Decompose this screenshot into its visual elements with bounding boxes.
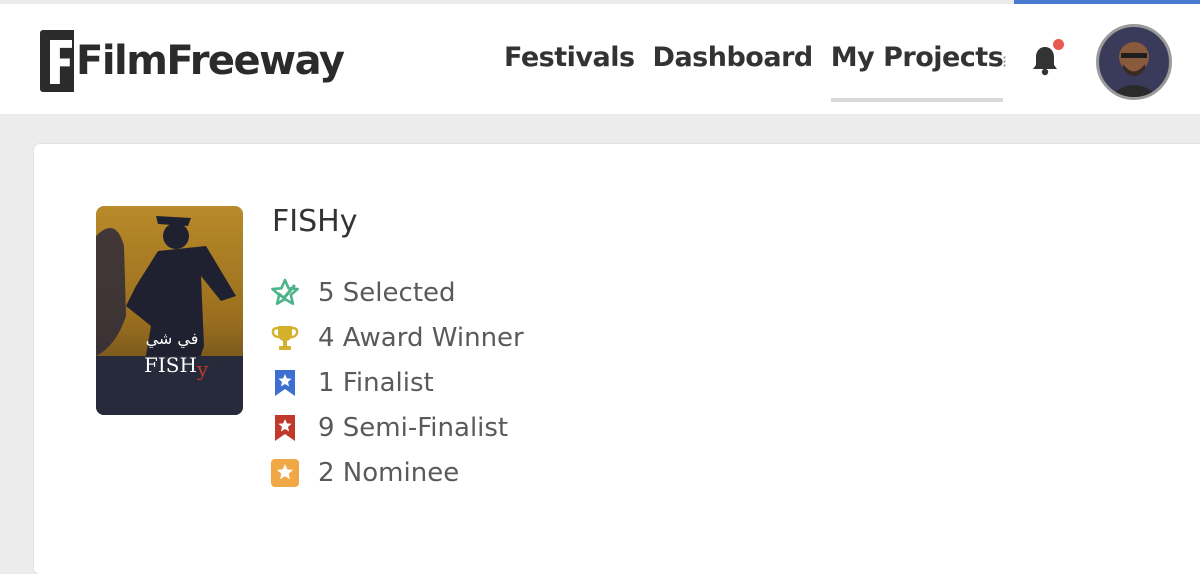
- stat-semi-finalist-label: 9 Semi-Finalist: [318, 412, 509, 443]
- nominee-star-icon: [270, 458, 300, 488]
- trophy-icon: [270, 323, 300, 353]
- poster-latin-title: FISH: [144, 353, 197, 377]
- stat-semi-finalist[interactable]: 9 Semi-Finalist: [270, 405, 524, 450]
- logo-text: FilmFreeway: [76, 38, 345, 84]
- stat-award-winner[interactable]: 4 Award Winner: [270, 315, 524, 360]
- filmfreeway-logo[interactable]: FilmFreeway: [40, 29, 345, 93]
- stat-nominee-label: 2 Nominee: [318, 457, 460, 488]
- nav-dashboard[interactable]: Dashboard: [653, 42, 814, 73]
- selected-star-icon: [270, 278, 300, 308]
- project-card: في شي FISH y FISHy 5 Selected 4 Award Wi…: [34, 144, 1200, 574]
- stat-finalist-label: 1 Finalist: [318, 367, 434, 398]
- header-accent-bar: [1014, 0, 1200, 4]
- stat-selected[interactable]: 5 Selected: [270, 270, 524, 315]
- poster-arabic-title: في شي: [146, 329, 199, 349]
- main-nav: Festivals Dashboard My Projects: [504, 42, 1004, 102]
- stat-nominee[interactable]: 2 Nominee: [270, 450, 524, 495]
- stat-selected-label: 5 Selected: [318, 277, 456, 308]
- top-header: FilmFreeway Festivals Dashboard My Proje…: [0, 0, 1200, 114]
- project-title[interactable]: FISHy: [272, 204, 357, 239]
- user-avatar[interactable]: [1096, 24, 1172, 100]
- project-poster[interactable]: في شي FISH y: [96, 206, 243, 415]
- nav-festivals[interactable]: Festivals: [504, 42, 635, 73]
- nav-my-projects[interactable]: My Projects: [830, 42, 1004, 102]
- stat-award-winner-label: 4 Award Winner: [318, 322, 524, 353]
- nav-overflow-indicator[interactable]: ⁝: [1002, 52, 1008, 72]
- finalist-ribbon-icon: [270, 368, 300, 398]
- project-stats: 5 Selected 4 Award Winner 1 Finalist 9 S…: [270, 270, 524, 495]
- semi-finalist-ribbon-icon: [270, 413, 300, 443]
- stat-finalist[interactable]: 1 Finalist: [270, 360, 524, 405]
- notification-dot: [1053, 39, 1064, 50]
- poster-accent-letter: y: [196, 357, 209, 381]
- logo-mark-icon: [40, 30, 74, 92]
